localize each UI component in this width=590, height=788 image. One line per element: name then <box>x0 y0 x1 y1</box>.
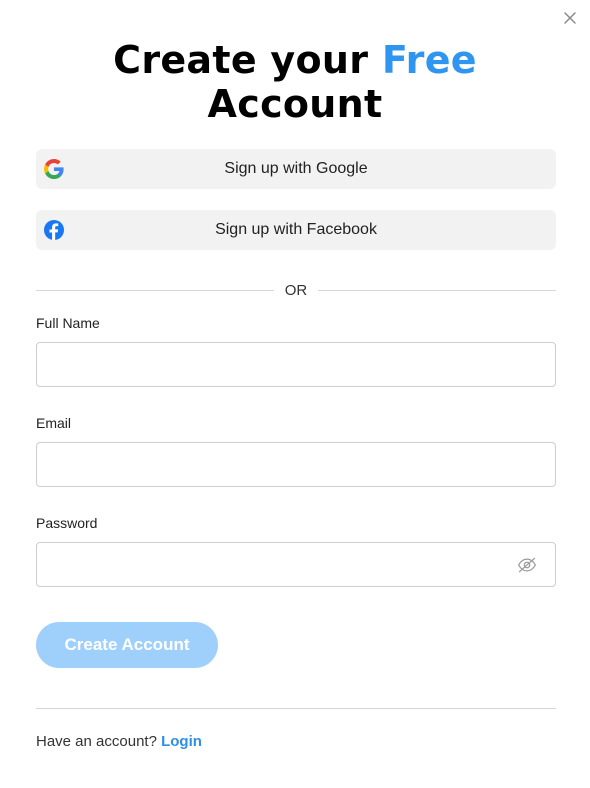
google-signup-label: Sign up with Google <box>224 160 368 177</box>
divider-text: OR <box>284 281 308 299</box>
login-prompt: Have an account? Login <box>36 733 202 750</box>
divider-line-left <box>36 289 274 291</box>
password-field-wrapper <box>36 542 556 587</box>
full-name-label: Full Name <box>36 315 100 331</box>
title-accent: Free <box>381 38 477 82</box>
full-name-field-wrapper <box>36 342 556 387</box>
create-account-button[interactable]: Create Account <box>36 622 218 668</box>
full-name-input[interactable] <box>37 343 555 386</box>
login-prompt-text: Have an account? <box>36 733 157 750</box>
title-line1: Create your <box>113 38 369 82</box>
eye-slash-icon[interactable] <box>517 556 537 574</box>
google-icon <box>44 159 64 179</box>
google-signup-button[interactable]: Sign up with Google <box>36 149 556 189</box>
facebook-signup-label: Sign up with Facebook <box>215 221 377 238</box>
divider-line-right <box>318 289 556 291</box>
title-line2: Account <box>207 82 383 126</box>
email-field-wrapper <box>36 442 556 487</box>
email-input[interactable] <box>37 443 555 486</box>
facebook-signup-button[interactable]: Sign up with Facebook <box>36 210 556 250</box>
or-divider: OR <box>36 280 556 300</box>
login-link[interactable]: Login <box>161 733 202 750</box>
signup-modal: Create your Free Account Sign up with Go… <box>0 0 590 788</box>
password-input[interactable] <box>37 543 555 586</box>
page-title: Create your Free Account <box>0 38 590 126</box>
facebook-icon <box>44 220 64 240</box>
close-button[interactable] <box>562 10 578 26</box>
password-label: Password <box>36 515 98 531</box>
email-label: Email <box>36 415 72 431</box>
close-icon <box>564 12 576 24</box>
footer-divider <box>36 708 556 709</box>
